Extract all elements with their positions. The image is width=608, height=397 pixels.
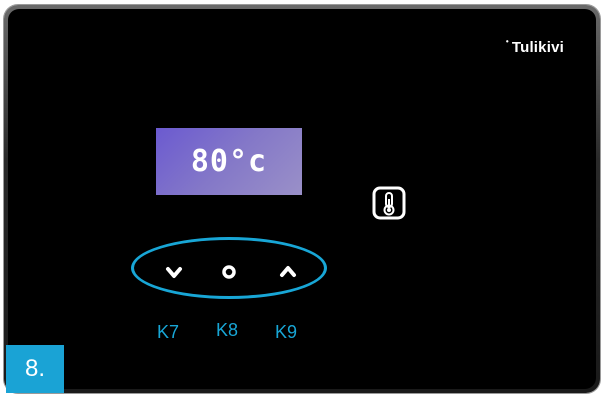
key-label-k8: K8 (216, 320, 239, 340)
up-button[interactable] (274, 257, 302, 285)
key-label-k7: K7 (157, 322, 180, 342)
chevron-up-icon (280, 266, 296, 277)
down-button[interactable] (160, 259, 188, 287)
thermometer-icon[interactable] (372, 186, 406, 220)
circle-icon (222, 265, 236, 279)
temperature-value: 80°c (190, 144, 268, 179)
brand-mark: • (505, 37, 509, 46)
step-number: 8. (24, 355, 45, 382)
temperature-display: 80°c (156, 128, 302, 195)
select-button[interactable] (215, 258, 243, 286)
step-number-badge: 8. (6, 345, 64, 393)
brand-name: Tulikivi (511, 39, 564, 56)
brand-logo: • Tulikivi (506, 37, 564, 56)
control-panel: • Tulikivi (8, 9, 596, 389)
chevron-down-icon (166, 267, 182, 278)
key-label-k9: K9 (275, 322, 298, 342)
